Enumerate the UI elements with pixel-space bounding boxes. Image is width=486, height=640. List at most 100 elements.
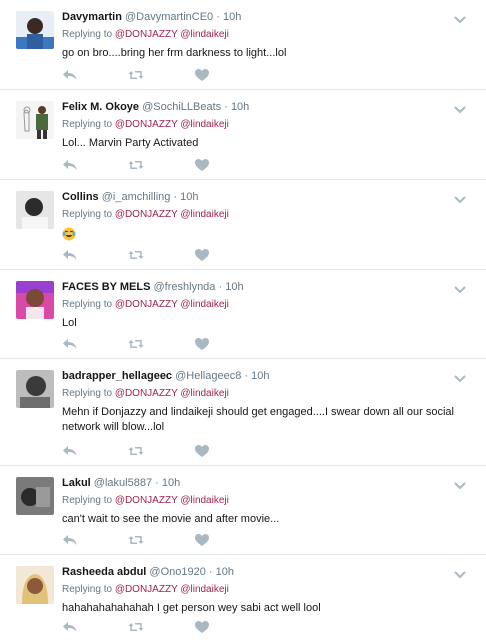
mention-link[interactable]: @lindaikeji — [180, 299, 229, 310]
mention-link[interactable]: @lindaikeji — [180, 495, 229, 506]
retweet-icon[interactable] — [128, 443, 144, 459]
retweet-icon[interactable] — [128, 247, 144, 263]
timestamp[interactable]: 10h — [231, 101, 249, 113]
reply-icon[interactable] — [62, 336, 78, 352]
heart-icon[interactable] — [194, 157, 210, 173]
mention-link[interactable]: @DONJAZZY — [115, 119, 178, 130]
avatar[interactable] — [16, 477, 54, 515]
heart-icon[interactable] — [194, 443, 210, 459]
mention-link[interactable]: @lindaikeji — [180, 388, 229, 399]
avatar[interactable] — [16, 101, 54, 139]
mention-link[interactable]: @lindaikeji — [180, 119, 229, 130]
mention-link[interactable]: @lindaikeji — [180, 209, 229, 220]
tweet-actions — [62, 619, 222, 635]
replying-to: Replying to @DONJAZZY @lindaikeji — [62, 119, 229, 130]
tweet-actions — [62, 67, 222, 83]
mention-link[interactable]: @lindaikeji — [180, 29, 229, 40]
separator-dot: · — [208, 566, 213, 578]
display-name[interactable]: Collins — [62, 191, 99, 203]
user-handle[interactable]: @Ono1920 — [149, 566, 205, 578]
avatar[interactable] — [16, 191, 54, 229]
display-name[interactable]: FACES BY MELS — [62, 281, 150, 293]
avatar[interactable] — [16, 11, 54, 49]
tweet[interactable]: Collins @i_amchilling · 10h Replying to … — [0, 180, 486, 270]
separator-dot: · — [216, 11, 220, 23]
mention-link[interactable]: @DONJAZZY — [115, 299, 178, 310]
display-name[interactable]: Felix M. Okoye — [62, 101, 139, 113]
chevron-down-icon[interactable] — [454, 478, 466, 490]
separator-dot: · — [224, 101, 228, 113]
user-handle[interactable]: @lakul5887 — [94, 477, 152, 489]
tweet-text: hahahahahahahah I get person wey sabi ac… — [62, 602, 321, 614]
heart-icon[interactable] — [194, 247, 210, 263]
replying-to: Replying to @DONJAZZY @lindaikeji — [62, 584, 229, 595]
reply-icon[interactable] — [62, 67, 78, 83]
mention-link[interactable]: @DONJAZZY — [115, 584, 178, 595]
user-handle[interactable]: @i_amchilling — [102, 191, 171, 203]
display-name[interactable]: Lakul — [62, 477, 91, 489]
heart-icon[interactable] — [194, 619, 210, 635]
timestamp[interactable]: 10h — [225, 281, 243, 293]
tweet[interactable]: Rasheeda abdul @Ono1920 · 10h Replying t… — [0, 555, 486, 640]
display-name[interactable]: badrapper_hellageec — [62, 370, 172, 382]
tweet-actions — [62, 532, 222, 548]
reply-icon[interactable] — [62, 443, 78, 459]
retweet-icon[interactable] — [128, 157, 144, 173]
reply-icon[interactable] — [62, 532, 78, 548]
tweet-header: Collins @i_amchilling · 10h — [62, 191, 199, 203]
avatar[interactable] — [16, 566, 54, 604]
replying-to: Replying to @DONJAZZY @lindaikeji — [62, 495, 229, 506]
replying-label: Replying to — [62, 495, 113, 506]
replying-label: Replying to — [62, 119, 113, 130]
avatar[interactable] — [16, 281, 54, 319]
user-handle[interactable]: @Hellageec8 — [175, 370, 241, 382]
heart-icon[interactable] — [194, 336, 210, 352]
heart-icon[interactable] — [194, 67, 210, 83]
tweet-actions — [62, 157, 222, 173]
retweet-icon[interactable] — [128, 67, 144, 83]
timestamp[interactable]: 10h — [180, 191, 198, 203]
tweet[interactable]: FACES BY MELS @freshlynda · 10h Replying… — [0, 270, 486, 359]
tweet-text: go on bro....bring her frm darkness to l… — [62, 47, 287, 59]
user-handle[interactable]: @freshlynda — [154, 281, 216, 293]
reply-icon[interactable] — [62, 157, 78, 173]
mention-link[interactable]: @lindaikeji — [180, 584, 229, 595]
separator-dot: · — [218, 281, 223, 293]
tweet-text-line: network will blow...lol — [62, 421, 165, 433]
tweet[interactable]: Davymartin @DavymartinCE0 · 10h Replying… — [0, 0, 486, 90]
mention-link[interactable]: @DONJAZZY — [115, 495, 178, 506]
timestamp[interactable]: 10h — [251, 370, 269, 382]
chevron-down-icon[interactable] — [454, 282, 466, 294]
timestamp[interactable]: 10h — [216, 566, 234, 578]
user-handle[interactable]: @SochiLLBeats — [142, 101, 221, 113]
mention-link[interactable]: @DONJAZZY — [115, 388, 178, 399]
retweet-icon[interactable] — [128, 619, 144, 635]
mention-link[interactable]: @DONJAZZY — [115, 209, 178, 220]
timestamp[interactable]: 10h — [162, 477, 180, 489]
chevron-down-icon[interactable] — [454, 12, 466, 24]
retweet-icon[interactable] — [128, 336, 144, 352]
heart-icon[interactable] — [194, 532, 210, 548]
reply-icon[interactable] — [62, 247, 78, 263]
avatar[interactable] — [16, 370, 54, 408]
chevron-down-icon[interactable] — [454, 371, 466, 383]
chevron-down-icon[interactable] — [454, 102, 466, 114]
user-handle[interactable]: @DavymartinCE0 — [125, 11, 213, 23]
replying-to: Replying to @DONJAZZY @lindaikeji — [62, 388, 229, 399]
timestamp[interactable]: 10h — [223, 11, 241, 23]
display-name[interactable]: Davymartin — [62, 11, 122, 23]
tweet[interactable]: badrapper_hellageec @Hellageec8 · 10h Re… — [0, 359, 486, 466]
mention-link[interactable]: @DONJAZZY — [115, 29, 178, 40]
tweet-header: Lakul @lakul5887 · 10h — [62, 477, 180, 489]
tweet-text: Lol... Marvin Party Activated — [62, 137, 199, 149]
tweet-text: Mehn if Donjazzy and lindaikeji should g… — [62, 406, 454, 433]
tears-of-joy-emoji — [62, 227, 76, 241]
tweet-text: can't wait to see the movie and after mo… — [62, 513, 280, 525]
display-name[interactable]: Rasheeda abdul — [62, 566, 146, 578]
tweet[interactable]: Felix M. Okoye @SochiLLBeats · 10h Reply… — [0, 90, 486, 180]
retweet-icon[interactable] — [128, 532, 144, 548]
chevron-down-icon[interactable] — [454, 567, 466, 579]
reply-icon[interactable] — [62, 619, 78, 635]
tweet[interactable]: Lakul @lakul5887 · 10h Replying to @DONJ… — [0, 466, 486, 555]
chevron-down-icon[interactable] — [454, 192, 466, 204]
